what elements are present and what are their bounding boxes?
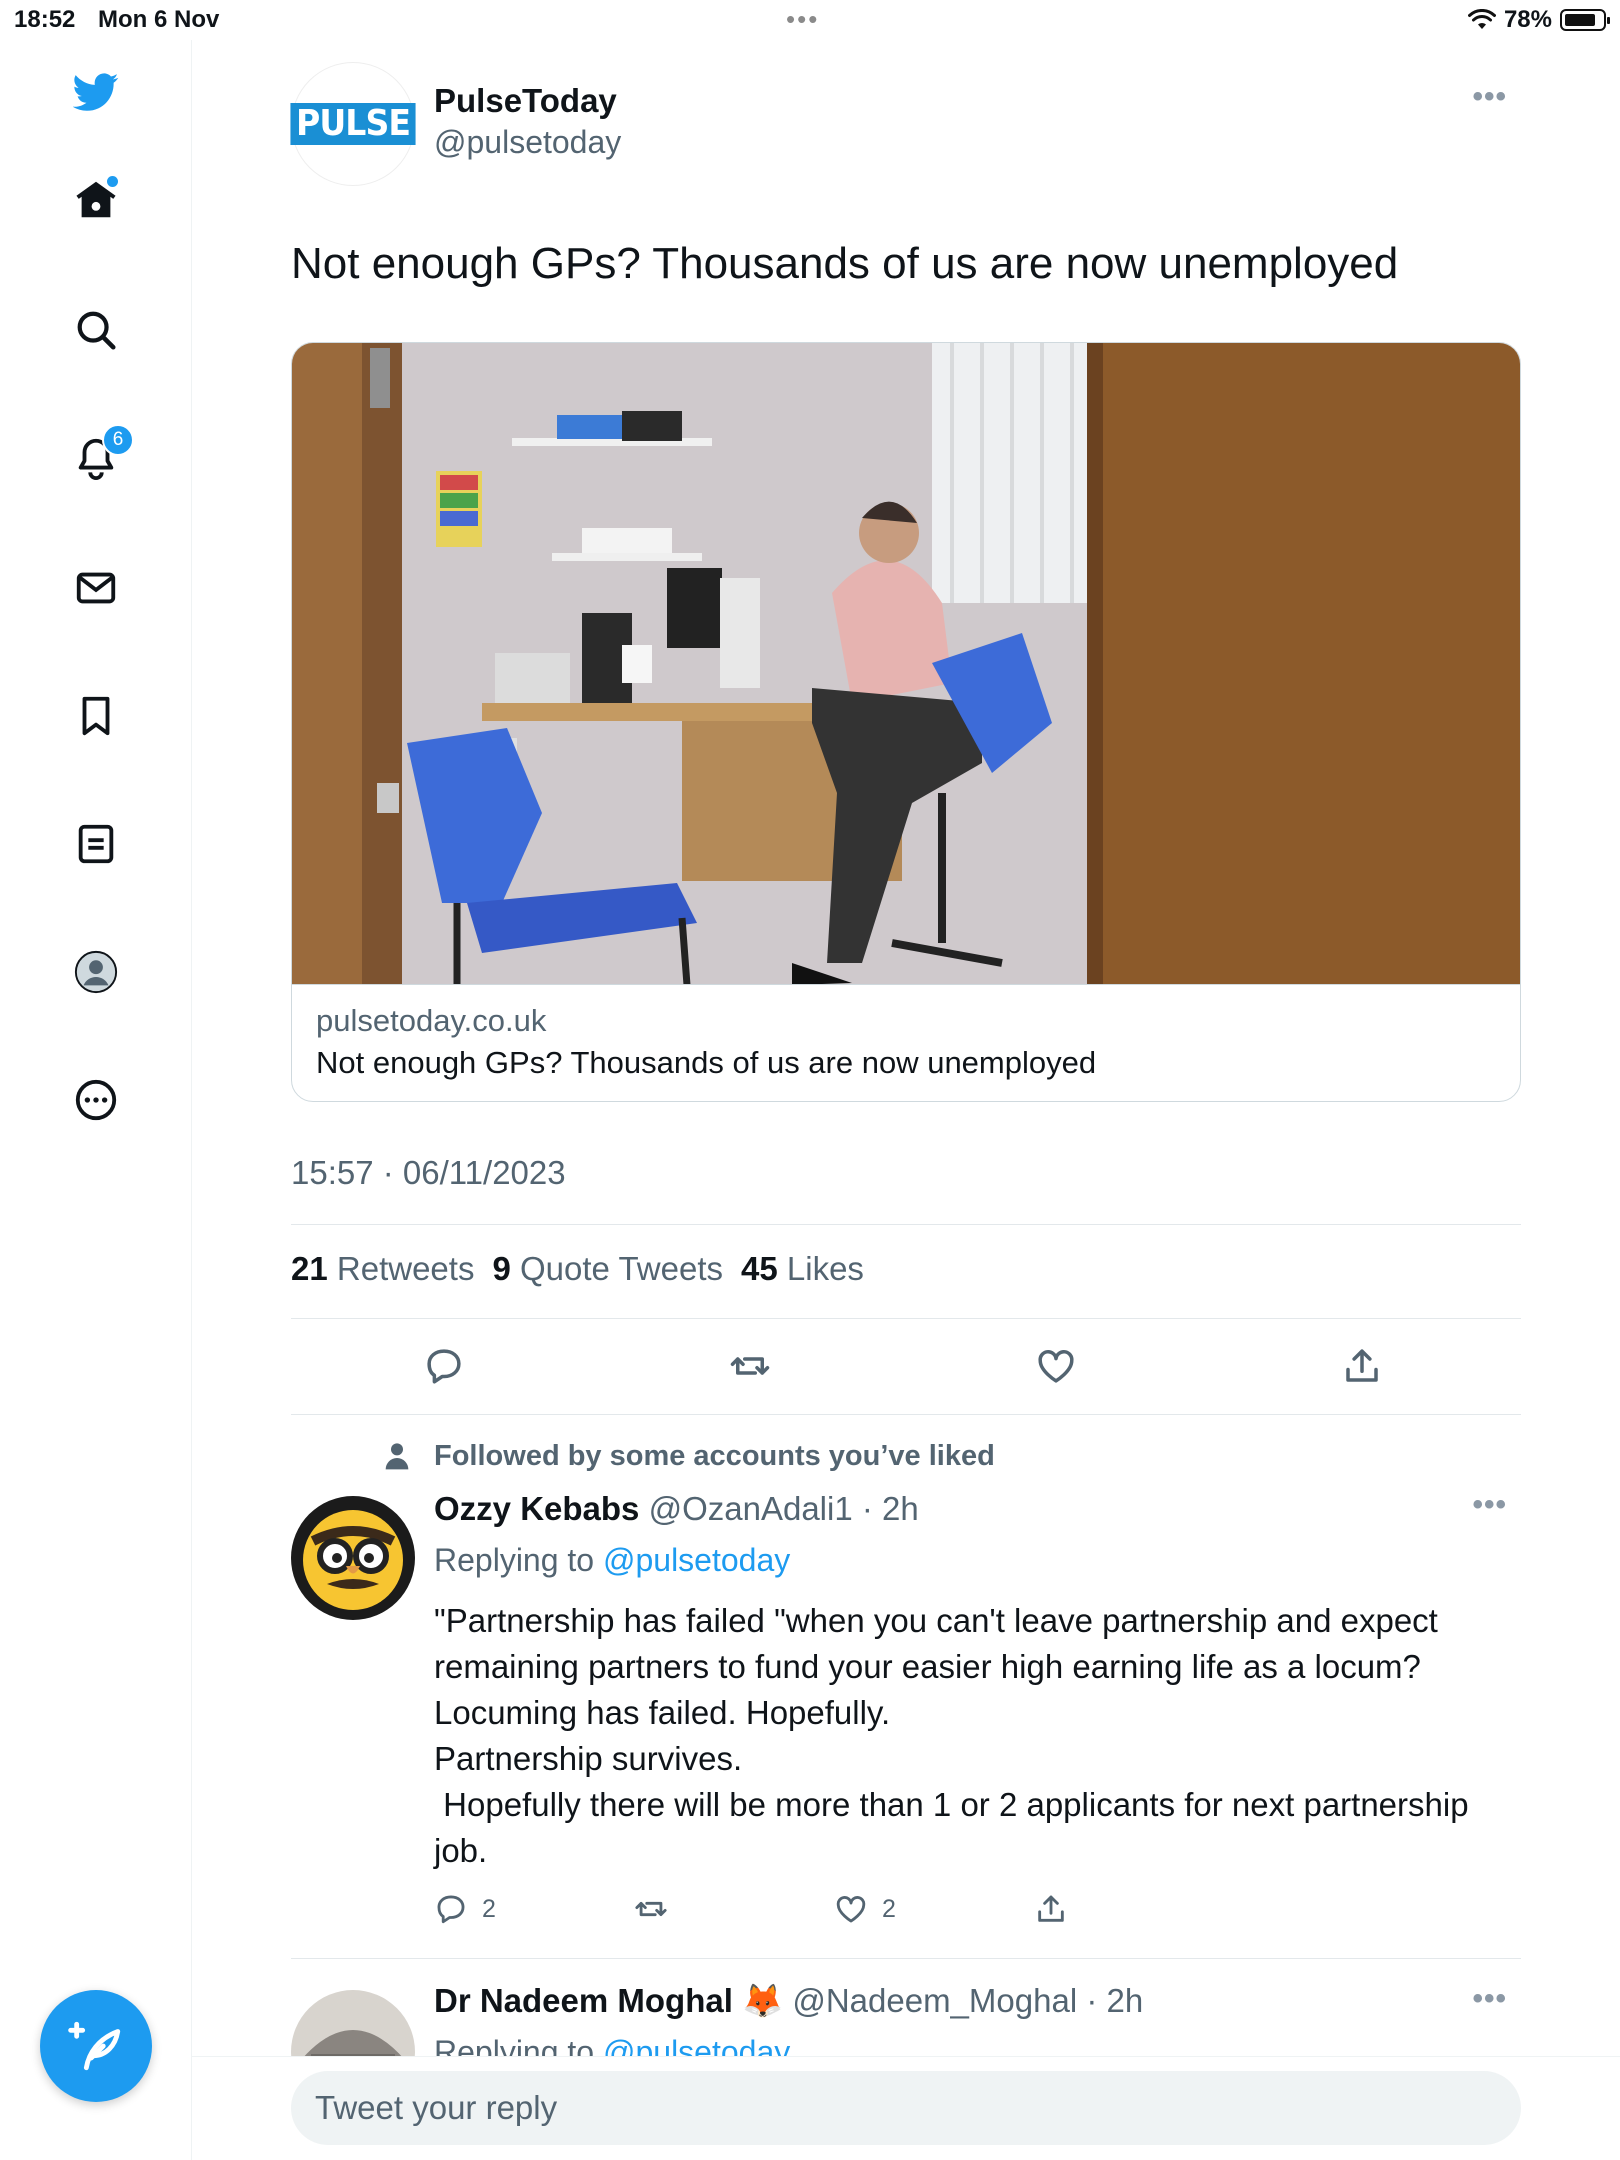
twitter-bird-icon[interactable]	[66, 62, 126, 122]
home-icon[interactable]	[66, 170, 126, 230]
tweet-stats: 21 Retweets 9 Quote Tweets 45 Likes	[291, 1250, 864, 1288]
retweets-stat[interactable]: 21 Retweets	[291, 1250, 474, 1288]
reply-time: · 2h	[1086, 1982, 1144, 2019]
retweet-button[interactable]	[720, 1336, 780, 1396]
reply-share-button[interactable]	[1034, 1892, 1068, 1926]
reply-reply-button[interactable]: 2	[434, 1892, 496, 1926]
divider	[291, 1318, 1521, 1319]
quote-tweets-stat[interactable]: 9 Quote Tweets	[492, 1250, 723, 1288]
pulse-logo: PULSE	[290, 103, 416, 145]
compose-feather-icon	[68, 2021, 121, 2071]
replying-to-link[interactable]: @pulsetoday	[603, 1542, 790, 1578]
share-button[interactable]	[1332, 1336, 1392, 1396]
reply-count: 2	[482, 1894, 496, 1923]
reply-more-icon[interactable]: •••	[1472, 1488, 1507, 1522]
retweet-icon	[730, 1357, 770, 1375]
tweet-text: Not enough GPs? Thousands of us are now …	[291, 239, 1399, 288]
battery-percent: 78%	[1503, 6, 1552, 33]
retweet-icon	[635, 1901, 667, 1917]
reply-bar	[192, 2056, 1620, 2160]
tweet-timestamp[interactable]: 15:57 · 06/11/2023	[291, 1154, 566, 1192]
reply-author-handle[interactable]: @OzanAdali1	[649, 1490, 853, 1527]
reply-more-icon[interactable]: •••	[1472, 1982, 1507, 2016]
reply-time: · 2h	[861, 1490, 919, 1527]
likes-stat[interactable]: 45 Likes	[741, 1250, 864, 1288]
heart-icon	[836, 1896, 866, 1923]
status-indicators: 78%	[1467, 6, 1610, 34]
status-bar: 18:52 Mon 6 Nov ••• 78%	[0, 0, 1620, 40]
profile-icon[interactable]	[66, 942, 126, 1002]
reply-header: Dr Nadeem Moghal 🦊 @Nadeem_Moghal · 2h	[434, 1982, 1143, 2021]
multitasking-dots-icon[interactable]: •••	[786, 4, 819, 35]
divider	[291, 1224, 1521, 1225]
share-icon	[1038, 1895, 1064, 1922]
reply-header: Ozzy Kebabs @OzanAdali1 · 2h	[434, 1490, 919, 1528]
reply-author-name[interactable]: Ozzy Kebabs	[434, 1490, 639, 1527]
author-handle[interactable]: @pulsetoday	[434, 124, 621, 161]
reply-text: "Partnership has failed "when you can't …	[434, 1602, 1469, 1869]
avatar[interactable]: PULSE	[290, 62, 416, 186]
battery-icon	[1560, 9, 1610, 31]
replying-to: Replying to @pulsetoday	[434, 1542, 791, 1578]
heart-icon	[1038, 1350, 1074, 1383]
reply-icon	[437, 1895, 465, 1924]
tweet-author: PULSE PulseToday @pulsetoday •••	[290, 62, 1521, 186]
share-icon	[1346, 1349, 1378, 1382]
reply-author-name[interactable]: Dr Nadeem Moghal	[434, 1982, 733, 2019]
social-context: Followed by some accounts you’ve liked	[434, 1440, 995, 1472]
compose-tweet-button[interactable]	[40, 1990, 152, 2102]
like-count: 2	[882, 1894, 896, 1923]
notification-badge: 6	[102, 424, 134, 456]
avatar[interactable]	[291, 1496, 415, 1620]
search-icon[interactable]	[66, 300, 126, 360]
tweet-reply-input[interactable]	[291, 2071, 1521, 2145]
status-date: Mon 6 Nov	[98, 6, 220, 33]
bookmark-icon[interactable]	[66, 686, 126, 746]
reply-like-button[interactable]: 2	[834, 1892, 896, 1926]
link-card[interactable]: pulsetoday.co.uk Not enough GPs? Thousan…	[291, 342, 1521, 1102]
card-domain: pulsetoday.co.uk	[316, 1003, 547, 1038]
reply-button[interactable]	[414, 1336, 474, 1396]
divider	[291, 1958, 1521, 1959]
fox-emoji: 🦊	[742, 1982, 784, 2019]
home-unread-dot	[107, 176, 118, 187]
lists-icon[interactable]	[66, 814, 126, 874]
person-icon	[385, 1443, 409, 1470]
bell-icon[interactable]: 6	[66, 424, 134, 488]
card-image	[292, 343, 1520, 985]
reply-retweet-button[interactable]	[634, 1892, 668, 1926]
reply-icon	[427, 1349, 461, 1384]
like-button[interactable]	[1026, 1336, 1086, 1396]
mail-icon[interactable]	[66, 558, 126, 618]
reply-author-handle[interactable]: @Nadeem_Moghal	[792, 1982, 1077, 2019]
more-circle-icon[interactable]	[66, 1070, 126, 1130]
tweet-more-icon[interactable]: •••	[1472, 80, 1507, 114]
card-title: Not enough GPs? Thousands of us are now …	[316, 1045, 1097, 1080]
sidebar: 6	[0, 40, 192, 2160]
author-name[interactable]: PulseToday	[434, 82, 617, 120]
divider	[291, 1414, 1521, 1415]
status-time: 18:52	[14, 6, 76, 33]
wifi-icon	[1467, 9, 1496, 29]
